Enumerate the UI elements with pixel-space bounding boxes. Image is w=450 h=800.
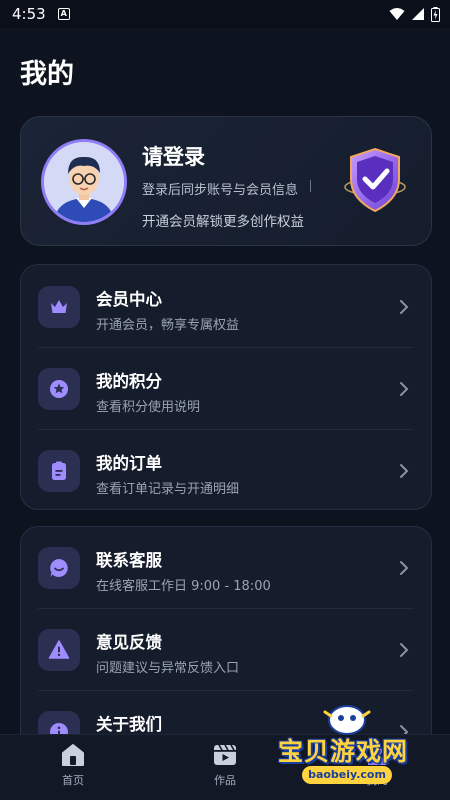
membership-menu-card: 会员中心 开通会员，畅享专属权益 我的积分 查看积分使用说明 我的订单 查看订单… [20, 264, 432, 510]
signal-icon [412, 8, 424, 20]
warning-icon [48, 640, 70, 659]
icon-box [38, 547, 80, 589]
watermark: 宝贝游戏网 baobeiy.com [272, 704, 422, 794]
icon-box [38, 629, 80, 671]
menu-item-title: 意见反馈 [96, 633, 162, 652]
menu-item-desc: 查看订单记录与开通明细 [96, 482, 240, 497]
menu-item-title: 我的订单 [96, 454, 162, 473]
avatar[interactable] [41, 139, 127, 225]
nav-item-home[interactable]: 首页 [33, 743, 113, 788]
menu-item-desc: 查看积分使用说明 [96, 400, 201, 415]
login-title[interactable]: 请登录 [142, 141, 205, 171]
order-icon [52, 461, 66, 480]
nav-label: 作品 [214, 774, 236, 787]
watermark-url: baobeiy.com [302, 766, 392, 784]
menu-item-title: 联系客服 [96, 551, 162, 570]
menu-item-title: 关于我们 [96, 715, 162, 734]
profile-card[interactable]: 请登录 登录后同步账号与会员信息 开通会员解锁更多创作权益 [20, 116, 432, 246]
menu-item-title: 会员中心 [96, 290, 162, 309]
nav-item-works[interactable]: 作品 [185, 743, 265, 788]
login-subtitle: 登录后同步账号与会员信息 [142, 183, 299, 198]
menu-item-my-orders[interactable]: 我的订单 查看订单记录与开通明细 [21, 430, 431, 511]
video-icon [214, 744, 236, 765]
vip-shield-badge-icon [344, 147, 406, 213]
nav-label: 首页 [62, 774, 84, 787]
chevron-right-icon [400, 300, 409, 314]
battery-icon [431, 6, 440, 22]
home-icon [62, 744, 84, 766]
crown-icon [51, 300, 67, 313]
wifi-icon [389, 8, 405, 20]
notification-icon: A [57, 8, 70, 20]
status-bar: 4:53 A [0, 0, 450, 28]
menu-item-feedback[interactable]: 意见反馈 问题建议与异常反馈入口 [21, 609, 431, 690]
status-indicators [389, 6, 440, 22]
icon-box [38, 368, 80, 410]
menu-item-desc: 问题建议与异常反馈入口 [96, 661, 240, 676]
menu-item-desc: 在线客服工作日 9:00 - 18:00 [96, 579, 271, 594]
chat-icon [50, 559, 68, 577]
page-title: 我的 [20, 59, 74, 90]
menu-item-membership-center[interactable]: 会员中心 开通会员，畅享专属权益 [21, 266, 431, 347]
chevron-right-icon [400, 464, 409, 478]
chevron-right-icon [400, 382, 409, 396]
menu-item-title: 我的积分 [96, 372, 162, 391]
star-icon [50, 380, 68, 398]
icon-box [38, 286, 80, 328]
membership-promo: 开通会员解锁更多创作权益 [142, 214, 304, 230]
watermark-text: 宝贝游戏网 [278, 737, 409, 766]
divider [310, 180, 311, 192]
menu-item-desc: 开通会员，畅享专属权益 [96, 318, 240, 333]
menu-item-my-points[interactable]: 我的积分 查看积分使用说明 [21, 348, 431, 429]
icon-box [38, 450, 80, 492]
chevron-right-icon [400, 561, 409, 575]
menu-item-contact-support[interactable]: 联系客服 在线客服工作日 9:00 - 18:00 [21, 527, 431, 608]
chevron-right-icon [400, 643, 409, 657]
avatar-illustration [44, 142, 124, 222]
status-time: 4:53 [12, 5, 46, 23]
